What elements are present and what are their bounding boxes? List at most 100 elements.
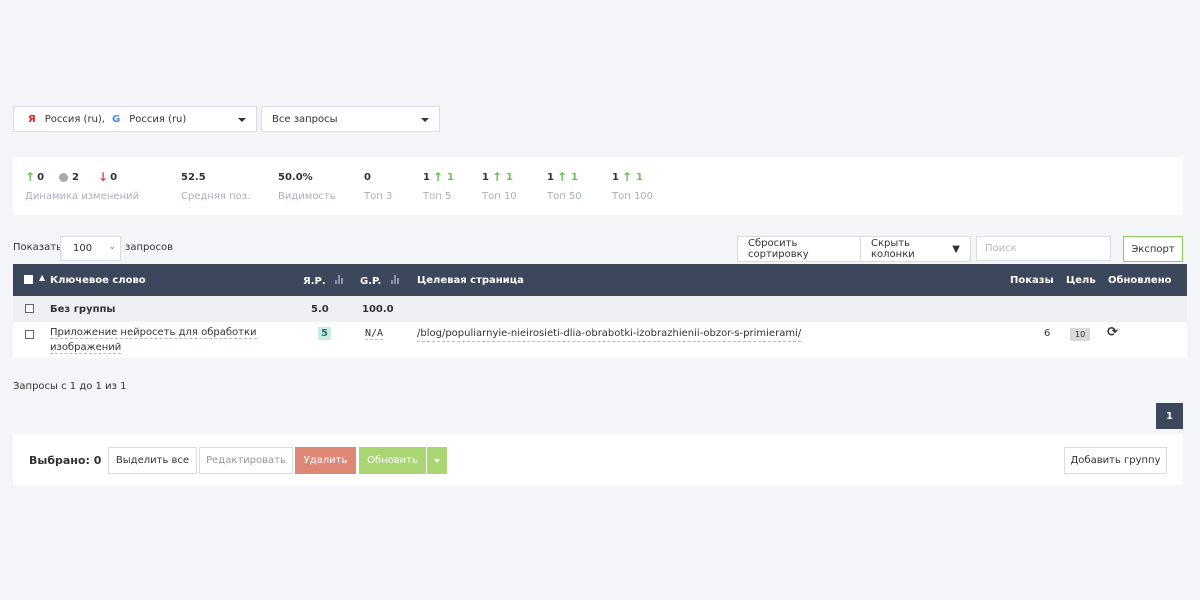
col-keyword[interactable]: Ключевое слово	[50, 275, 146, 286]
hide-columns-label: Скрыть колонки	[871, 238, 915, 260]
visibility-value: 50.0%	[278, 171, 313, 183]
yp-position-badge[interactable]: 5	[318, 327, 331, 340]
group-gp: 100.0	[362, 304, 394, 315]
table-toolbar: Показать 100 ⌄ запросов Сбросить сортиро…	[13, 236, 1183, 262]
row-checkbox[interactable]	[25, 330, 34, 339]
stats-panel: ↑ 0 2 ↓ 0 Динамика изменений 52.5 Средня…	[13, 157, 1183, 215]
keyword-cell: Приложение нейросеть для обработки изобр…	[50, 325, 257, 355]
dynamics-up-value: 0	[37, 171, 45, 183]
export-button[interactable]: Экспорт	[1123, 236, 1183, 262]
arrow-up-icon: ↑	[621, 170, 633, 184]
select-all-button[interactable]: Выделить все	[108, 447, 197, 474]
top5-delta: 1	[447, 171, 454, 183]
group-name: Без группы	[50, 304, 116, 315]
filter-bar: Я Россия (ru), G Россия (ru) Все запросы	[13, 106, 440, 132]
arrow-up-icon: ↑	[491, 170, 503, 184]
col-yp-label: Я.Р.	[303, 276, 326, 287]
stat-top5: 1 ↑ 1 Топ 5	[423, 170, 454, 202]
col-gp[interactable]: G.P.	[360, 275, 400, 287]
top10-delta: 1	[506, 171, 513, 183]
caret-down-icon: ▼	[952, 243, 960, 255]
avg-pos-label: Средняя поз.	[181, 191, 251, 202]
top3-label: Топ 3	[364, 191, 393, 202]
edit-button[interactable]: Редактировать	[199, 447, 293, 474]
page-button[interactable]: 1	[1156, 403, 1183, 429]
arrow-up-icon: ↑	[556, 170, 568, 184]
select-all-checkbox[interactable]	[24, 275, 33, 284]
queries-select-value: Все запросы	[272, 113, 338, 125]
top50-label: Топ 50	[547, 191, 582, 202]
hide-columns-button[interactable]: Скрыть колонки ▼	[861, 236, 971, 262]
bar-chart-icon	[335, 275, 344, 284]
top100-value: 1	[612, 171, 619, 183]
table-actions: Сбросить сортировку Скрыть колонки ▼	[737, 236, 971, 262]
stat-top50: 1 ↑ 1 Топ 50	[547, 170, 582, 202]
refresh-icon[interactable]: ⟳	[1107, 325, 1118, 340]
reset-sort-button[interactable]: Сбросить сортировку	[737, 236, 861, 262]
dynamics-down-value: 0	[110, 171, 118, 183]
queries-label: запросов	[125, 242, 173, 253]
col-updated[interactable]: Обновлено	[1108, 275, 1171, 286]
dynamics-label: Динамика изменений	[25, 191, 140, 202]
goal-badge[interactable]: 10	[1070, 328, 1091, 341]
top100-delta: 1	[636, 171, 643, 183]
queries-select[interactable]: Все запросы	[261, 106, 440, 132]
pagination-info: Запросы с 1 до 1 из 1	[13, 381, 127, 392]
neutral-dot-icon	[59, 172, 69, 182]
col-goal[interactable]: Цель	[1066, 275, 1096, 286]
page-size-value: 100	[73, 243, 93, 254]
chevron-down-icon: ⌄	[108, 242, 116, 252]
delete-button[interactable]: Удалить	[295, 447, 356, 474]
search-input[interactable]	[976, 236, 1111, 261]
top5-value: 1	[423, 171, 430, 183]
stat-dynamics: ↑ 0 2 ↓ 0 Динамика изменений	[25, 170, 140, 202]
stat-avg-pos: 52.5 Средняя поз.	[181, 171, 251, 203]
region-google-label: Россия (ru)	[129, 113, 187, 125]
table-row[interactable]: Приложение нейросеть для обработки изобр…	[13, 322, 1187, 358]
top100-label: Топ 100	[612, 191, 654, 202]
update-button[interactable]: Обновить	[359, 447, 426, 474]
region-select[interactable]: Я Россия (ru), G Россия (ru)	[13, 106, 257, 132]
gp-position[interactable]: N/A	[365, 328, 384, 340]
top10-label: Топ 10	[482, 191, 517, 202]
selected-count: Выбрано: 0	[29, 454, 102, 467]
col-target-page[interactable]: Целевая страница	[417, 275, 524, 286]
dynamics-neutral-value: 2	[72, 171, 79, 183]
arrow-up-icon: ↑	[432, 170, 444, 184]
group-checkbox[interactable]	[25, 304, 34, 313]
stat-top10: 1 ↑ 1 Топ 10	[482, 170, 517, 202]
top50-delta: 1	[571, 171, 578, 183]
sort-asc-icon[interactable]: ▲	[39, 273, 45, 282]
keywords-table: ▲ Ключевое слово Я.Р. G.P. Целевая стран…	[13, 264, 1187, 358]
top5-label: Топ 5	[423, 191, 452, 202]
visibility-label: Видимость	[278, 191, 336, 202]
top10-value: 1	[482, 171, 489, 183]
target-page-link[interactable]: /blog/populiarnyie-nieirosieti-dlia-obra…	[417, 326, 802, 342]
yandex-icon: Я	[28, 113, 36, 125]
impressions-value: 6	[1044, 328, 1051, 339]
stat-visibility: 50.0% Видимость	[278, 171, 336, 203]
chevron-down-icon	[421, 118, 429, 122]
col-gp-label: G.P.	[360, 276, 382, 287]
google-icon: G	[111, 113, 121, 125]
update-dropdown-button[interactable]	[427, 447, 447, 474]
group-row[interactable]: Без группы 5.0 100.0	[13, 296, 1187, 322]
stat-top100: 1 ↑ 1 Топ 100	[612, 170, 654, 202]
add-group-button[interactable]: Добавить группу	[1064, 447, 1167, 474]
group-yp: 5.0	[311, 304, 329, 315]
caret-down-icon	[434, 458, 440, 463]
avg-pos-value: 52.5	[181, 171, 206, 183]
page-size-select[interactable]: 100 ⌄	[60, 236, 121, 261]
top3-value: 0	[364, 171, 371, 183]
top50-value: 1	[547, 171, 554, 183]
show-label: Показать	[13, 242, 62, 253]
keyword-link[interactable]: Приложение нейросеть для обработки	[50, 327, 257, 339]
table-header: ▲ Ключевое слово Я.Р. G.P. Целевая стран…	[13, 264, 1187, 296]
stat-top3: 0 Топ 3	[364, 171, 393, 203]
chevron-down-icon	[238, 118, 246, 122]
bulk-actions-panel: Выбрано: 0 Выделить все Редактировать Уд…	[13, 434, 1183, 485]
arrow-up-icon: ↑	[25, 170, 36, 184]
col-yp[interactable]: Я.Р.	[303, 275, 344, 287]
col-impressions[interactable]: Показы	[1010, 275, 1054, 286]
keyword-link-line2[interactable]: изображений	[50, 342, 122, 354]
